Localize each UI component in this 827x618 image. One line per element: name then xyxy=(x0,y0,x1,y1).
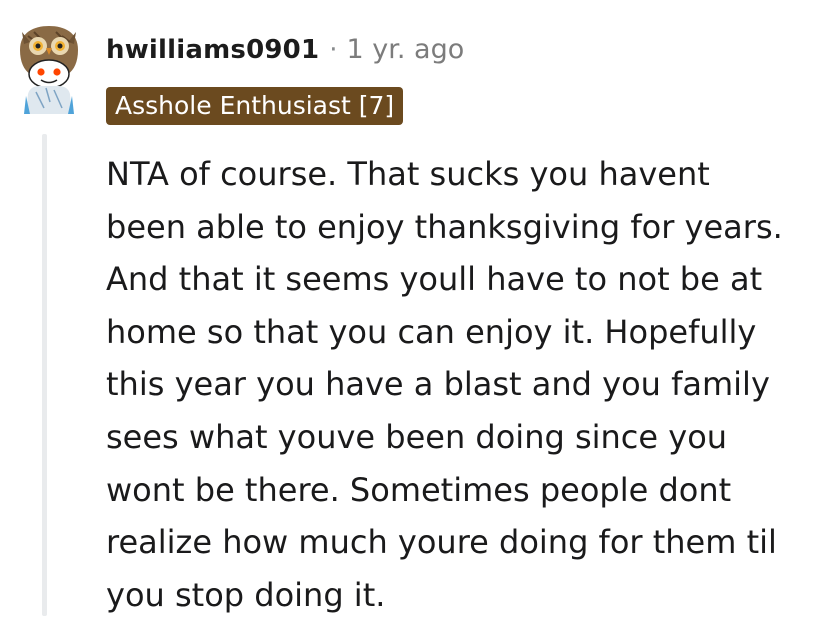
comment-header: hwilliams0901 · 1 yr. ago xyxy=(106,34,464,65)
user-avatar[interactable] xyxy=(10,22,88,114)
comment-body-line: home so that you can enjoy it. Hopefully xyxy=(106,312,757,351)
comment-body-line: sees what youve been doing since you xyxy=(106,417,728,456)
user-flair-badge: Asshole Enthusiast [7] xyxy=(106,87,404,125)
comment: hwilliams0901 · 1 yr. ago Asshole Enthus… xyxy=(0,0,827,618)
comment-body-line: And that it seems youll have to not be a… xyxy=(106,260,763,299)
comment-body-line: NTA of course. That sucks you havent xyxy=(106,155,710,193)
comment-body-line: you stop doing it. xyxy=(106,575,386,614)
meta-separator: · xyxy=(329,35,338,65)
timestamp-link[interactable]: 1 yr. ago xyxy=(347,34,465,65)
comment-body-line: realize how much youre doing for them ti… xyxy=(106,523,777,562)
comment-body-line: this year you have a blast and you famil… xyxy=(106,365,770,404)
comment-body-line: wont be there. Sometimes people dont xyxy=(106,470,732,509)
owl-snoo-avatar-icon xyxy=(20,26,78,114)
comment-body-line: been able to enjoy thanksgiving for year… xyxy=(106,207,783,246)
thread-collapse-line[interactable] xyxy=(42,134,47,616)
comment-body: NTA of course. That sucks you havent bee… xyxy=(106,148,816,618)
username-link[interactable]: hwilliams0901 xyxy=(106,35,319,65)
